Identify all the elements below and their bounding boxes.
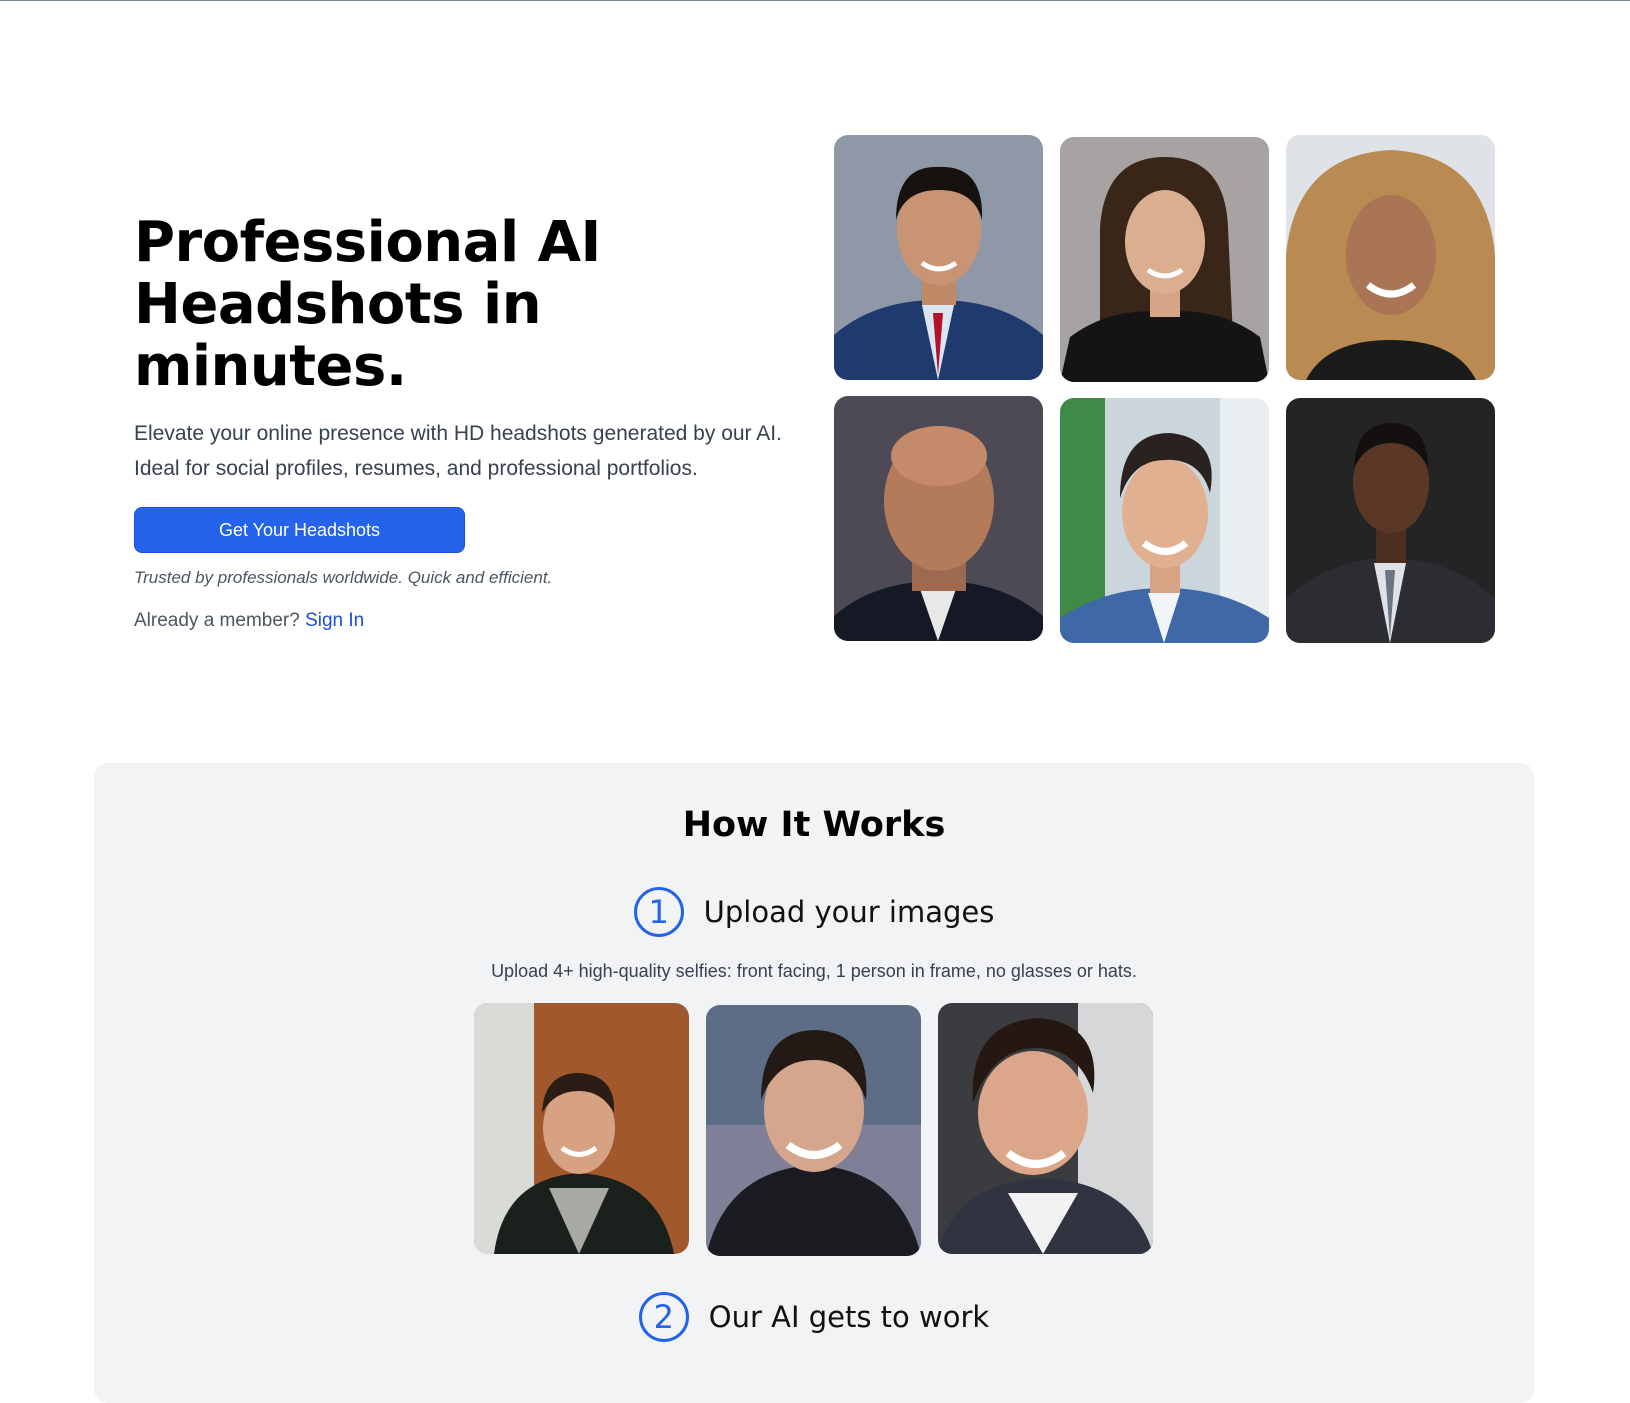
member-prompt-text: Already a member? [134,610,300,631]
hero-title-line2: Headshots in minutes. [134,272,542,399]
hero-title: Professional AI Headshots in minutes. [134,212,799,398]
headshot-example-3 [1286,135,1495,380]
step-1-header: 1 Upload your images [94,887,1534,937]
trusted-note: Trusted by professionals worldwide. Quic… [134,568,553,587]
step-1-number: 1 [633,887,684,937]
hero-section: Professional AI Headshots in minutes. El… [134,212,799,632]
step-2-number: 2 [638,1292,689,1342]
headshot-example-1 [834,135,1043,380]
how-it-works-title: How It Works [682,805,946,845]
headshot-example-6 [1286,398,1495,643]
headshot-example-4 [834,396,1043,641]
hero-subtitle: Elevate your online presence with HD hea… [134,422,782,480]
sign-in-link[interactable]: Sign In [305,610,364,631]
step-2-header: 2 Our AI gets to work [94,1292,1534,1342]
member-prompt: Already a member? Sign In [134,610,799,632]
step-1-title: Upload your images [703,895,995,929]
step-1-description: Upload 4+ high-quality selfies: front fa… [491,961,1137,981]
headshot-example-2 [1060,137,1269,382]
sample-selfie-2 [706,1005,921,1256]
how-it-works-section: How It Works 1 Upload your images Upload… [94,763,1534,1403]
top-border [0,0,1630,1]
sample-selfie-1 [474,1003,689,1254]
get-headshots-button[interactable]: Get Your Headshots [134,507,465,553]
step-2-title: Our AI gets to work [708,1300,990,1334]
headshot-example-5 [1060,398,1269,643]
hero-title-line1: Professional AI [134,210,601,275]
sample-selfie-3 [938,1003,1153,1254]
